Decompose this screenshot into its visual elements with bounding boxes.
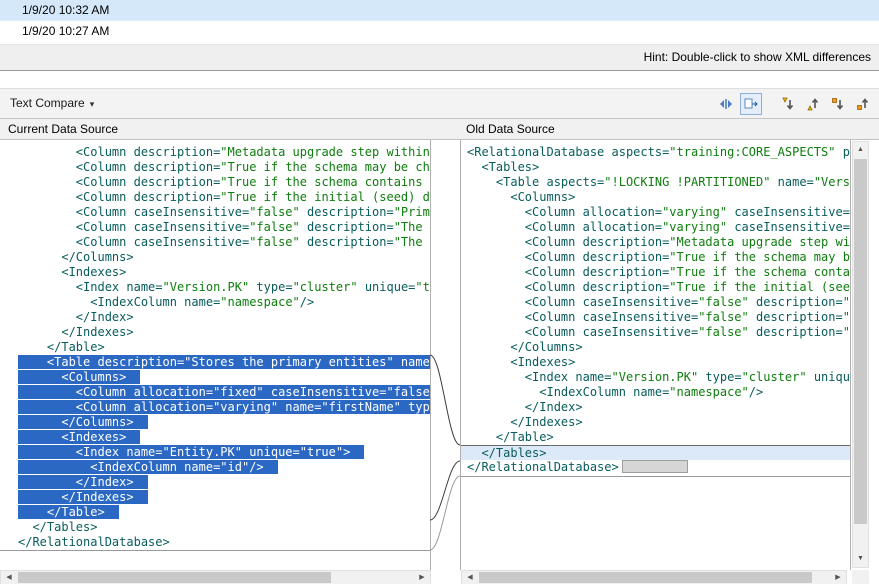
- left-horizontal-scrollbar-thumb[interactable]: [18, 572, 331, 583]
- next-change-icon: [829, 96, 845, 112]
- two-way-compare-icon: [718, 96, 734, 112]
- code-line: </Indexes>: [0, 325, 430, 340]
- code-line: <IndexColumn name="id"/>: [0, 460, 430, 475]
- hint-bar: Hint: Double-click to show XML differenc…: [0, 44, 879, 71]
- pane-header-band: Current Data Source Old Data Source: [0, 119, 879, 140]
- diff-connectors: [430, 140, 460, 584]
- compare-editor-window: 1/9/20 10:32 AM1/9/20 10:27 AM Hint: Dou…: [0, 0, 879, 584]
- code-line: </Table>: [461, 430, 850, 445]
- copy-all-left-to-right-icon: [743, 96, 759, 112]
- history-row[interactable]: 1/9/20 10:32 AM: [0, 0, 879, 21]
- history-list: 1/9/20 10:32 AM1/9/20 10:27 AM: [0, 0, 879, 44]
- right-pane-title: Old Data Source: [466, 119, 555, 139]
- previous-difference-icon: [804, 96, 820, 112]
- copy-all-left-to-right-button[interactable]: [740, 93, 762, 115]
- vertical-scrollbar-thumb[interactable]: [854, 159, 867, 524]
- code-line: <Column allocation="fixed" caseInsensiti…: [0, 385, 430, 400]
- right-horizontal-scrollbar-thumb[interactable]: [479, 572, 812, 583]
- code-line: </Tables>: [461, 445, 850, 460]
- code-line: </Columns>: [0, 250, 430, 265]
- history-row[interactable]: 1/9/20 10:27 AM: [0, 21, 879, 42]
- code-line: </Index>: [461, 400, 850, 415]
- code-line: </Tables>: [0, 520, 430, 535]
- left-code: <Column description="Metadata upgrade st…: [0, 145, 430, 550]
- code-line: <RelationalDatabase aspects="training:CO…: [461, 145, 850, 160]
- code-line: <Column description="True if the schema …: [0, 160, 430, 175]
- code-line: <IndexColumn name="namespace"/>: [0, 295, 430, 310]
- next-difference-button[interactable]: [776, 93, 798, 115]
- code-line: <Column description="Metadata upgrade st…: [0, 145, 430, 160]
- scroll-right-arrow[interactable]: ▶: [830, 571, 846, 584]
- left-pane-title: Current Data Source: [8, 119, 118, 139]
- two-way-compare-button[interactable]: [715, 93, 737, 115]
- code-line: <Column allocation="varying" name="first…: [0, 400, 430, 415]
- code-line: </RelationalDatabase>: [461, 460, 850, 475]
- code-line: <Column allocation="varying" caseInsensi…: [461, 220, 850, 235]
- previous-difference-button[interactable]: [801, 93, 823, 115]
- code-line: <IndexColumn name="namespace"/>: [461, 385, 850, 400]
- code-line: </Index>: [0, 475, 430, 490]
- left-code-pane[interactable]: <Column description="Metadata upgrade st…: [0, 140, 431, 570]
- code-line: </Indexes>: [0, 490, 430, 505]
- compare-toolbar-icons: [715, 92, 873, 116]
- code-line: <Column description="Metadata upgrade st…: [461, 235, 850, 250]
- code-line: </Index>: [0, 310, 430, 325]
- code-line: <Column allocation="varying" caseInsensi…: [461, 205, 850, 220]
- compare-mode-label: Text Compare: [10, 96, 85, 110]
- code-line: </Table>: [0, 340, 430, 355]
- diff-separator: [461, 476, 850, 477]
- code-line: </Columns>: [0, 415, 430, 430]
- compare-toolbar: Text Compare ▾: [0, 88, 879, 119]
- right-horizontal-scrollbar[interactable]: ◀ ▶: [461, 570, 847, 584]
- right-code: <RelationalDatabase aspects="training:CO…: [461, 145, 850, 475]
- next-change-button[interactable]: [826, 93, 848, 115]
- scroll-left-arrow[interactable]: ◀: [1, 571, 17, 584]
- code-line: <Column description="True if the schema …: [461, 265, 850, 280]
- code-line: <Column description="True if the initial…: [0, 190, 430, 205]
- code-line: <Column caseInsensitive="false" descript…: [0, 235, 430, 250]
- compare-area: Current Data Source Old Data Source <Col…: [0, 119, 879, 584]
- toolbar-separator: [765, 104, 773, 105]
- scroll-right-arrow[interactable]: ▶: [414, 571, 430, 584]
- code-line: <Index name="Version.PK" type="cluster" …: [461, 370, 850, 385]
- code-line: <Column caseInsensitive="false" descript…: [0, 220, 430, 235]
- scroll-up-arrow[interactable]: ▲: [853, 142, 868, 158]
- code-line: </Indexes>: [461, 415, 850, 430]
- cursor-box: [622, 460, 688, 473]
- left-horizontal-scrollbar[interactable]: ◀ ▶: [0, 570, 431, 584]
- code-line: <Column caseInsensitive="false" descript…: [461, 325, 850, 340]
- code-line: <Column caseInsensitive="false" descript…: [461, 310, 850, 325]
- diff-separator: [0, 550, 430, 551]
- next-difference-icon: [779, 96, 795, 112]
- vertical-scrollbar[interactable]: ▲ ▼: [852, 141, 869, 568]
- code-line: <Column description="True if the initial…: [461, 280, 850, 295]
- chevron-down-icon: ▾: [90, 99, 95, 109]
- code-line: <Columns>: [0, 370, 430, 385]
- code-line: </Columns>: [461, 340, 850, 355]
- right-code-pane[interactable]: <RelationalDatabase aspects="training:CO…: [460, 140, 851, 570]
- code-line: <Indexes>: [0, 265, 430, 280]
- scroll-left-arrow[interactable]: ◀: [462, 571, 478, 584]
- code-line: </RelationalDatabase>: [0, 535, 430, 550]
- code-line: <Table description="Stores the primary e…: [0, 355, 430, 370]
- code-line: </Table>: [0, 505, 430, 520]
- code-line: <Index name="Version.PK" type="cluster" …: [0, 280, 430, 295]
- code-line: <Column caseInsensitive="false" descript…: [0, 205, 430, 220]
- compare-mode-dropdown[interactable]: Text Compare ▾: [10, 89, 94, 118]
- code-line: <Column description="True if the schema …: [461, 250, 850, 265]
- code-line: <Column caseInsensitive="false" descript…: [461, 295, 850, 310]
- code-line: <Index name="Entity.PK" unique="true">: [0, 445, 430, 460]
- code-line: <Columns>: [461, 190, 850, 205]
- scroll-down-arrow[interactable]: ▼: [853, 551, 868, 567]
- hint-text: Hint: Double-click to show XML differenc…: [644, 50, 871, 64]
- code-line: <Indexes>: [461, 355, 850, 370]
- code-line: <Table aspects="!LOCKING !PARTITIONED" n…: [461, 175, 850, 190]
- code-line: <Indexes>: [0, 430, 430, 445]
- code-line: <Tables>: [461, 160, 850, 175]
- previous-change-icon: [854, 96, 870, 112]
- previous-change-button[interactable]: [851, 93, 873, 115]
- scrollbar-corner: [852, 570, 869, 584]
- code-line: <Column description="True if the schema …: [0, 175, 430, 190]
